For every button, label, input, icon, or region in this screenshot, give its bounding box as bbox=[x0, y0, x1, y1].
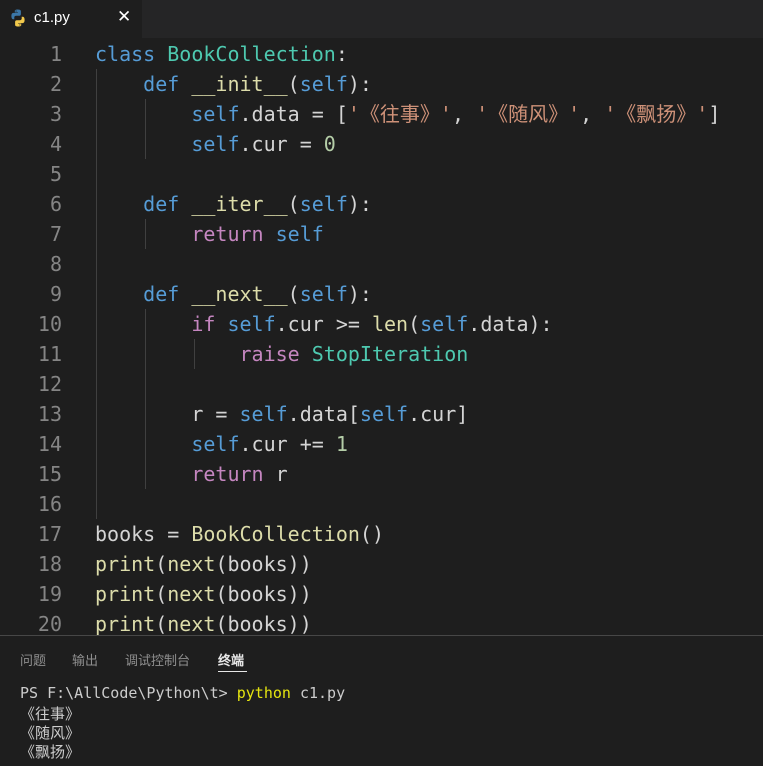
terminal-command: python bbox=[236, 684, 291, 702]
code-line[interactable]: 6 def __iter__(self): bbox=[0, 189, 763, 219]
line-number: 10 bbox=[37, 312, 62, 336]
code-line[interactable]: 19 print(next(books)) bbox=[0, 579, 763, 609]
code-line[interactable]: 3 self.data = ['《往事》', '《随风》', '《飘扬》'] bbox=[0, 99, 763, 129]
line-number: 1 bbox=[49, 42, 62, 66]
terminal-output-line: 《往事》 bbox=[20, 705, 81, 723]
line-number: 5 bbox=[49, 162, 62, 186]
code-line[interactable]: 5 bbox=[0, 159, 763, 189]
terminal-args: c1.py bbox=[290, 684, 346, 702]
code-line[interactable]: 2 def __init__(self): bbox=[0, 69, 763, 99]
panel-tab-debug-console[interactable]: 调试控制台 bbox=[125, 650, 190, 669]
bottom-panel: 问题 输出 调试控制台 终端 PS F:\AllCode\Python\t> p… bbox=[0, 635, 763, 766]
terminal-output-line: 《飘扬》 bbox=[20, 743, 81, 761]
line-number: 6 bbox=[49, 192, 62, 216]
tab-title: c1.py bbox=[34, 9, 70, 26]
code-line[interactable]: 1 class BookCollection: bbox=[0, 39, 763, 69]
line-number: 17 bbox=[37, 522, 62, 546]
line-number: 7 bbox=[49, 222, 62, 246]
code-text: class BookCollection: bbox=[95, 42, 348, 66]
code-line[interactable]: 17 books = BookCollection() bbox=[0, 519, 763, 549]
code-text: r = self.data[self.cur] bbox=[95, 402, 469, 426]
editor-tab-c1py[interactable]: c1.py ✕ bbox=[0, 0, 142, 38]
code-line[interactable]: 7 return self bbox=[0, 219, 763, 249]
code-line[interactable]: 4 self.cur = 0 bbox=[0, 129, 763, 159]
line-number: 13 bbox=[37, 402, 62, 426]
code-text: if self.cur >= len(self.data): bbox=[191, 312, 553, 336]
panel-tab-problems[interactable]: 问题 bbox=[20, 650, 46, 669]
line-number: 18 bbox=[37, 552, 62, 576]
line-number: 20 bbox=[37, 612, 62, 635]
code-line[interactable]: 8 bbox=[0, 249, 763, 279]
line-number: 8 bbox=[49, 252, 62, 276]
code-text: print(next(books)) bbox=[95, 552, 312, 576]
code-text: books = BookCollection() bbox=[95, 522, 384, 546]
code-line[interactable]: 18 print(next(books)) bbox=[0, 549, 763, 579]
code-text: print(next(books)) bbox=[95, 582, 312, 606]
code-line[interactable]: 14 self.cur += 1 bbox=[0, 429, 763, 459]
panel-tab-terminal[interactable]: 终端 bbox=[218, 650, 244, 669]
line-number: 9 bbox=[49, 282, 62, 306]
terminal-command-line[interactable]: PS F:\AllCode\Python\t> python c1.py bbox=[20, 684, 345, 703]
line-number: 19 bbox=[37, 582, 62, 606]
line-number: 14 bbox=[37, 432, 62, 456]
panel-tab-output[interactable]: 输出 bbox=[72, 650, 98, 669]
code-text: def __iter__(self): bbox=[143, 192, 372, 216]
active-tab-indicator bbox=[218, 671, 247, 672]
indent-guide bbox=[194, 339, 195, 369]
indent-guide bbox=[145, 219, 146, 249]
tab-bar: c1.py ✕ bbox=[0, 0, 763, 38]
indent-guide bbox=[96, 69, 97, 519]
code-editor[interactable]: 1 class BookCollection: 2 def __init__(sel… bbox=[0, 38, 763, 635]
code-text: def __next__(self): bbox=[143, 282, 372, 306]
line-number: 4 bbox=[49, 132, 62, 156]
indent-guide bbox=[145, 99, 146, 159]
close-icon[interactable]: ✕ bbox=[117, 7, 131, 27]
code-text: self.cur = 0 bbox=[191, 132, 336, 156]
code-text: raise StopIteration bbox=[239, 342, 469, 366]
line-number: 3 bbox=[49, 102, 62, 126]
code-text: print(next(books)) bbox=[95, 612, 312, 635]
code-text: return r bbox=[191, 462, 288, 486]
line-number: 12 bbox=[37, 372, 62, 396]
code-line[interactable]: 9 def __next__(self): bbox=[0, 279, 763, 309]
code-text: return self bbox=[191, 222, 324, 246]
code-text: self.data = ['《往事》', '《随风》', '《飘扬》'] bbox=[191, 102, 721, 126]
code-text: self.cur += 1 bbox=[191, 432, 348, 456]
python-file-icon bbox=[11, 9, 25, 27]
terminal-output-line: 《随风》 bbox=[20, 724, 81, 742]
line-number: 2 bbox=[49, 72, 62, 96]
line-number: 15 bbox=[37, 462, 62, 486]
code-line[interactable]: 16 bbox=[0, 489, 763, 519]
code-line[interactable]: 12 bbox=[0, 369, 763, 399]
code-text: def __init__(self): bbox=[143, 72, 372, 96]
code-line[interactable]: 15 return r bbox=[0, 459, 763, 489]
code-line[interactable]: 10 if self.cur >= len(self.data): bbox=[0, 309, 763, 339]
code-line[interactable]: 20 print(next(books)) bbox=[0, 609, 763, 635]
code-line[interactable]: 13 r = self.data[self.cur] bbox=[0, 399, 763, 429]
indent-guide bbox=[145, 309, 146, 489]
code-line[interactable]: 11 raise StopIteration bbox=[0, 339, 763, 369]
line-number: 16 bbox=[37, 492, 62, 516]
line-number: 11 bbox=[37, 342, 62, 366]
terminal-prompt: PS F:\AllCode\Python\t> bbox=[20, 684, 237, 702]
